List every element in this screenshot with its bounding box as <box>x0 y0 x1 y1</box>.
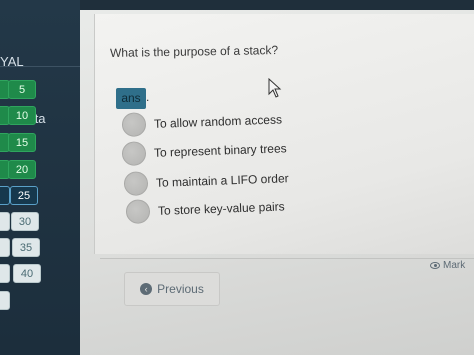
previous-button[interactable]: ‹ Previous <box>124 272 220 306</box>
top-bar <box>80 0 474 10</box>
option-label: To allow random access <box>153 112 283 131</box>
sidebar-divider <box>0 66 80 67</box>
previous-label: Previous <box>157 282 204 296</box>
question-tile[interactable]: 30 <box>11 212 39 231</box>
question-tile[interactable]: 40 <box>13 264 41 283</box>
answer-badge-dot: . <box>146 90 150 104</box>
question-tile[interactable]: 20 <box>8 160 36 179</box>
question-text: What is the purpose of a stack? <box>109 43 279 60</box>
eye-icon <box>430 261 440 269</box>
question-tile-current[interactable]: 25 <box>10 186 38 205</box>
radio-button[interactable] <box>121 141 147 166</box>
footer-divider <box>100 258 474 259</box>
quiz-page: YAL nd Data 5 10 15 20 25 30 35 40 What … <box>0 0 474 355</box>
mark-button[interactable]: Mark <box>430 260 465 271</box>
course-title-line-1: YAL <box>0 54 24 69</box>
option-label: To maintain a LIFO order <box>155 171 289 190</box>
question-sidebar: YAL nd Data 5 10 15 20 25 30 35 40 <box>0 0 80 355</box>
option-label: To store key-value pairs <box>157 199 285 218</box>
question-tile-edge[interactable] <box>0 238 10 257</box>
question-tile[interactable]: 15 <box>8 133 36 152</box>
question-tile-edge[interactable] <box>0 264 10 283</box>
question-tile[interactable]: 5 <box>8 80 36 99</box>
question-tile-edge[interactable] <box>0 186 10 205</box>
radio-button[interactable] <box>125 199 151 224</box>
chevron-left-circle-icon: ‹ <box>140 283 153 295</box>
mark-label: Mark <box>443 260 466 271</box>
question-tile-edge[interactable] <box>0 212 10 231</box>
option-label: To represent binary trees <box>153 141 287 160</box>
question-tile[interactable]: 10 <box>8 106 36 125</box>
question-tile-edge[interactable] <box>0 291 10 310</box>
radio-button[interactable] <box>123 171 149 196</box>
question-tile[interactable]: 35 <box>12 238 40 257</box>
radio-button[interactable] <box>121 112 147 137</box>
mouse-pointer-icon <box>268 78 282 98</box>
answer-badge: ans <box>116 88 146 109</box>
